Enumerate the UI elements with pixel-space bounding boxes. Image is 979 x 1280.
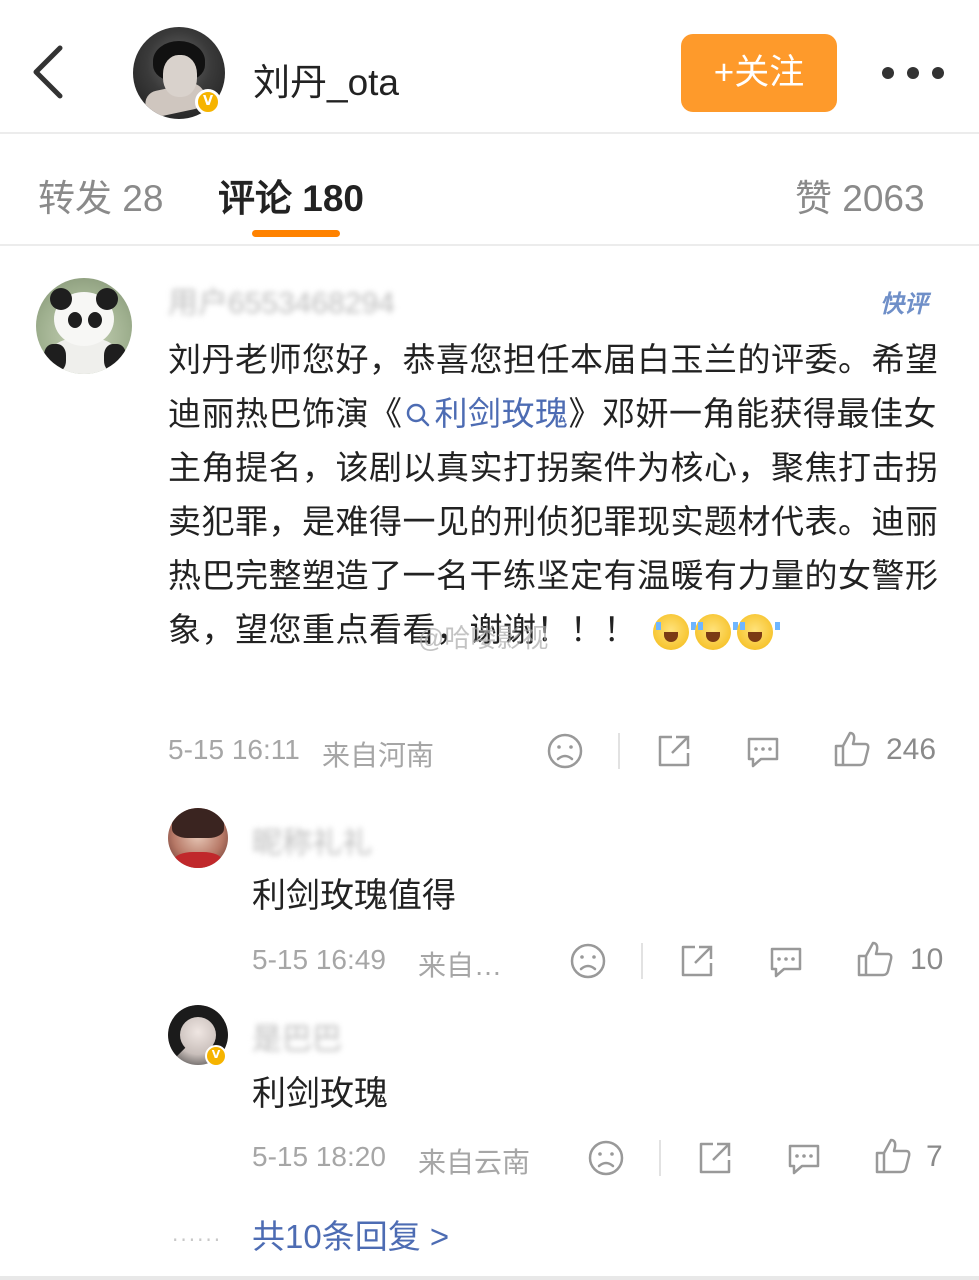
share-icon[interactable] [677,941,717,981]
reply-text: 利剑玫瑰值得 [252,877,456,915]
like-count: 246 [886,733,937,766]
dislike-icon[interactable] [586,1138,626,1178]
more-options-icon[interactable] [882,62,944,84]
like-thumb-icon[interactable] [855,939,895,979]
active-tab-indicator [252,230,340,237]
search-icon [406,403,429,427]
reply-location: 来自… [418,950,503,981]
like-count: 7 [926,1140,943,1173]
tabs-divider [0,244,979,246]
crying-laugh-emoji [652,614,696,651]
crying-laugh-emoji [694,614,738,651]
reply-username[interactable]: 昵称礼礼 [252,818,372,862]
comment-text-part2: 》邓妍一角能获得最佳女主角提名，该剧以真实打拐案件为核心，聚焦打击拐卖犯罪，是难… [168,395,939,648]
author-username[interactable]: 刘丹_ota [253,52,399,106]
topic-link[interactable]: 利剑玫瑰 [403,395,569,432]
comment-time: 5-15 16:11 [168,734,300,765]
reply-avatar[interactable] [168,808,228,868]
reply-thread-dots: ······ [172,1228,223,1252]
topic-link-text: 利剑玫瑰 [434,395,569,432]
separator [641,943,643,979]
reply-time: 5-15 18:20 [252,1141,386,1172]
view-more-replies-link[interactable]: 共10条回复 > [252,1210,449,1258]
dislike-icon[interactable] [568,941,608,981]
verified-badge-icon: V [195,89,221,115]
like-thumb-icon[interactable] [873,1136,913,1176]
back-arrow-icon[interactable] [28,42,68,102]
commenter-avatar[interactable] [36,278,132,374]
commenter-username[interactable]: 用户6553468294 [168,278,395,322]
like-count: 10 [910,943,944,976]
tab-bar: 转发 28 评论 180 赞 2063 [0,134,979,244]
share-icon[interactable] [654,731,694,771]
quick-review-tag: 快评 [880,291,928,318]
like-thumb-icon[interactable] [832,729,872,769]
crying-laugh-emoji [736,614,780,651]
reply-icon[interactable] [784,1138,824,1178]
tab-comments[interactable]: 评论 180 [218,168,364,222]
dislike-icon[interactable] [545,731,585,771]
separator [618,733,620,769]
share-icon[interactable] [695,1138,735,1178]
reply-text: 利剑玫瑰 [252,1075,388,1113]
top-bar: V 刘丹_ota +关注 [0,0,979,132]
verified-badge-icon: V [205,1045,227,1067]
separator [659,1140,661,1176]
tab-reposts[interactable]: 转发 28 [38,168,163,222]
follow-button[interactable]: +关注 [681,34,837,112]
reply-time: 5-15 16:49 [252,944,386,975]
reply-username[interactable]: 是巴巴 [252,1014,342,1058]
reply-icon[interactable] [743,731,783,771]
comment-body: 刘丹老师您好，恭喜您担任本届白玉兰的评委。希望迪丽热巴饰演《 利剑玫瑰》邓妍一角能… [168,333,943,657]
reply-icon[interactable] [766,941,806,981]
bottom-divider [0,1276,979,1280]
comment-location: 来自河南 [322,740,435,771]
tab-likes[interactable]: 赞 2063 [795,168,925,222]
reply-location: 来自云南 [418,1147,531,1178]
watermark: @哈喽影视 [418,623,549,653]
